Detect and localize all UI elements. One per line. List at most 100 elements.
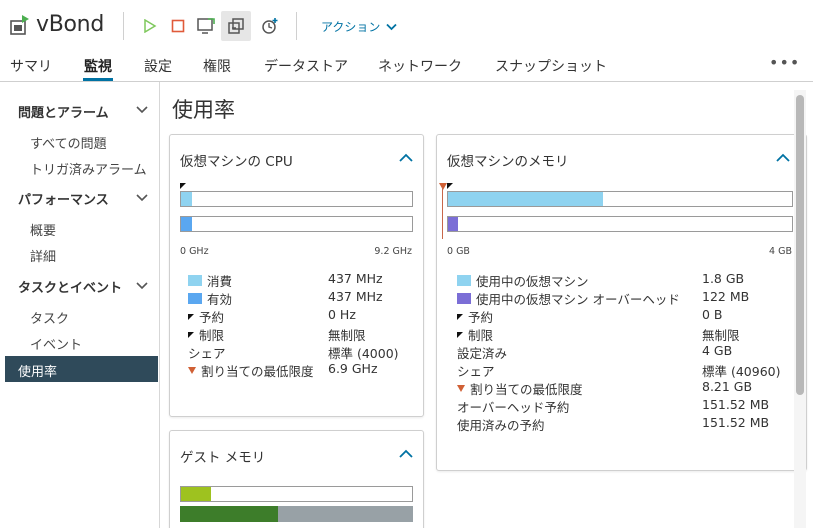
sidebar-item-tasks[interactable]: タスク — [30, 308, 69, 327]
legend-row-label: シェア — [457, 361, 495, 380]
more-tabs-button[interactable]: ••• — [769, 53, 800, 72]
legend-label-text: 使用済みの予約 — [457, 418, 545, 433]
tab-monitor[interactable]: 監視 — [84, 56, 112, 76]
memory-overhead-bar — [447, 216, 793, 232]
legend-row-value: 437 MHz — [328, 271, 383, 286]
migrate-button[interactable] — [221, 11, 251, 41]
memory-guest-fill — [448, 192, 603, 206]
legend-label-text: 割り当ての最低限度 — [470, 382, 583, 397]
legend-row-value: 151.52 MB — [702, 415, 770, 430]
guest-memory-usage-fill — [180, 506, 278, 522]
sidebar-item-events[interactable]: イベント — [30, 334, 82, 353]
memory-overhead-fill — [448, 217, 459, 231]
legend-row-label: 設定済み — [457, 343, 507, 362]
reservation-marker — [180, 183, 186, 189]
tab-networks[interactable]: ネットワーク — [378, 56, 462, 76]
legend-label-text: 予約 — [468, 310, 494, 325]
guest-memory-fill — [181, 487, 212, 501]
header: vBond アクション — [0, 0, 813, 50]
sidebar-section-issues[interactable]: 問題とアラーム — [18, 102, 109, 121]
chevron-up-icon[interactable] — [399, 449, 413, 458]
actions-menu[interactable]: アクション — [321, 18, 398, 35]
chevron-up-icon[interactable] — [399, 153, 413, 162]
chevron-up-icon[interactable] — [776, 153, 790, 162]
tab-bar: サマリ 監視 設定 権限 データストア ネットワーク スナップショット — [0, 50, 813, 82]
legend-row-label: 有効 — [188, 289, 232, 308]
sidebar-item-overview[interactable]: 概要 — [30, 220, 56, 239]
sidebar-item-utilization[interactable]: 使用率 — [5, 356, 158, 382]
allocation-minimum-icon — [457, 385, 465, 392]
scale-max: 9.2 GHz — [374, 246, 412, 257]
reservation-marker-icon — [188, 313, 194, 320]
legend-label-text: シェア — [188, 346, 226, 361]
chevron-down-icon[interactable] — [136, 282, 148, 290]
tab-configure[interactable]: 設定 — [144, 56, 172, 76]
sidebar-item-all-issues[interactable]: すべての問題 — [30, 133, 107, 152]
legend-label-text: 設定済み — [457, 346, 508, 361]
tab-snapshots[interactable]: スナップショット — [495, 56, 607, 76]
sidebar-item-advanced[interactable]: 詳細 — [30, 246, 56, 265]
legend-swatch — [457, 275, 471, 286]
stop-icon — [171, 19, 185, 33]
snapshot-icon — [262, 18, 278, 34]
chevron-down-icon — [386, 23, 398, 30]
scale-min: 0 GB — [447, 246, 470, 257]
memory-card: 仮想マシンのメモリ 0 GB 4 GB 使用中の仮想マシン 1.8 GB 使用中の仮… — [436, 134, 807, 471]
reservation-marker — [447, 183, 453, 189]
sidebar-section-tasks-events[interactable]: タスクとイベント — [18, 277, 122, 296]
legend-label-text: 制限 — [468, 328, 494, 343]
legend-row-value: 標準 (4000) — [328, 346, 399, 361]
chevron-down-icon[interactable] — [136, 194, 148, 202]
tab-datastores[interactable]: データストア — [264, 56, 348, 76]
legend-row-label: 予約 — [457, 307, 493, 326]
legend-label-text: 消費 — [207, 274, 233, 289]
divider — [296, 12, 297, 40]
reservation-marker-icon — [457, 313, 463, 320]
legend-row-label: 制限 — [457, 325, 493, 344]
legend-row-value: 無制限 — [702, 328, 740, 343]
cpu-active-fill — [181, 217, 192, 231]
guest-memory-usage-bar — [180, 506, 413, 522]
legend-row-value: 0 Hz — [328, 307, 356, 322]
legend-row-label: 予約 — [188, 307, 224, 326]
card-title: 仮想マシンの CPU — [180, 154, 293, 170]
power-on-button[interactable] — [135, 11, 165, 41]
chevron-down-icon[interactable] — [136, 106, 148, 114]
legend-row-label: 使用済みの予約 — [457, 415, 545, 434]
guest-memory-card: ゲスト メモリ — [169, 430, 424, 528]
legend-label-text: 使用中の仮想マシン — [476, 274, 589, 289]
cpu-consumed-fill — [181, 192, 192, 206]
allocation-minimum-line — [442, 187, 443, 239]
snapshot-button[interactable] — [255, 11, 285, 41]
scrollbar-thumb[interactable] — [796, 95, 804, 395]
legend-row-value: 無制限 — [328, 328, 366, 343]
legend-label-text: 制限 — [199, 328, 225, 343]
play-icon — [144, 19, 157, 33]
sidebar-section-performance[interactable]: パフォーマンス — [18, 189, 109, 208]
tab-permissions[interactable]: 権限 — [203, 56, 231, 76]
legend-row-label: シェア — [188, 343, 226, 362]
legend-row-value: 151.52 MB — [702, 397, 770, 412]
legend-label-text: 予約 — [199, 310, 225, 325]
legend-swatch — [457, 293, 471, 304]
sidebar-item-triggered-alarms[interactable]: トリガ済みアラーム — [30, 159, 147, 178]
legend-label-text: 割り当ての最低限度 — [201, 364, 314, 379]
legend-row-value: 437 MHz — [328, 289, 383, 304]
power-off-button[interactable] — [163, 11, 193, 41]
tab-summary[interactable]: サマリ — [10, 56, 52, 76]
active-tab-indicator — [83, 78, 113, 81]
legend-row-label: 使用中の仮想マシン オーバーヘッド — [457, 289, 680, 308]
scale-min: 0 GHz — [180, 246, 209, 257]
legend-row-label: 制限 — [188, 325, 224, 344]
legend-row-label: 割り当ての最低限度 — [457, 379, 583, 398]
card-title: 仮想マシンのメモリ — [447, 154, 569, 170]
legend-label-text: 使用中の仮想マシン オーバーヘッド — [476, 292, 680, 307]
reservation-marker-icon — [188, 331, 194, 338]
migrate-icon — [228, 18, 244, 34]
legend-row-value: 122 MB — [702, 289, 750, 304]
console-button[interactable] — [191, 11, 221, 41]
reservation-marker-icon — [457, 331, 463, 338]
scale-max: 4 GB — [769, 246, 792, 257]
page-title: 使用率 — [172, 98, 235, 122]
sidebar-item-label: 使用率 — [18, 365, 58, 380]
